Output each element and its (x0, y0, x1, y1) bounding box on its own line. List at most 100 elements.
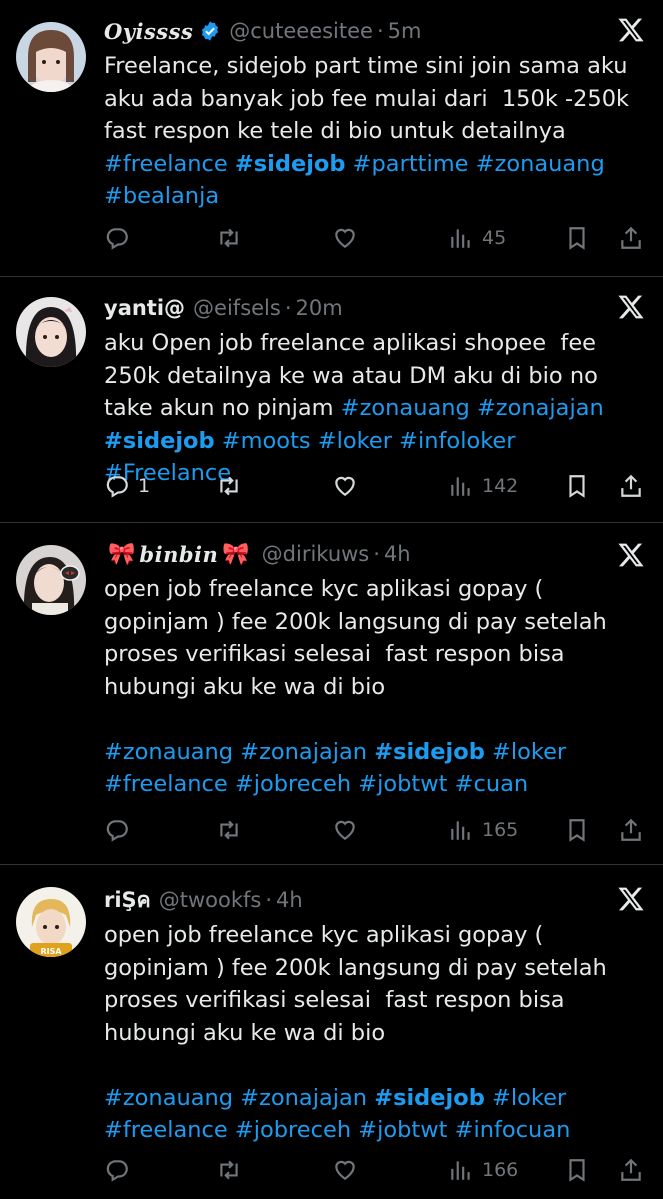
tweet-text: Freelance, sidejob part time sini join s… (104, 53, 637, 209)
hashtag[interactable]: #sidejob (104, 428, 215, 454)
verified-badge-icon (202, 21, 219, 41)
tweet[interactable]: 🎀 𝒃𝒊𝒏𝒃𝒊𝒏 🎀 @dirikuws · 4h open job freel… (0, 523, 663, 865)
timestamp[interactable]: 5m (388, 19, 422, 43)
display-name[interactable]: yanti@ (104, 296, 185, 320)
timestamp[interactable]: 4h (276, 888, 303, 912)
views-icon (451, 821, 470, 840)
bookmark-button[interactable] (564, 815, 590, 845)
reply-button[interactable] (104, 815, 138, 845)
hashtag[interactable]: #jobreceh (235, 1117, 351, 1143)
hashtag[interactable]: #zonajajan (477, 395, 604, 421)
tweet-actions: 165 (104, 815, 649, 845)
hashtag[interactable]: #loker (492, 739, 566, 765)
hashtag[interactable]: #infocuan (455, 1117, 571, 1143)
reply-button[interactable] (104, 223, 138, 253)
reply-icon (106, 820, 128, 842)
retweet-icon (220, 820, 238, 840)
retweet-button[interactable] (216, 1155, 242, 1185)
bookmark-button[interactable] (564, 1155, 590, 1185)
tweet-actions: 166 (104, 1155, 649, 1185)
views-icon (451, 229, 470, 248)
hashtag[interactable]: #zonauang (341, 395, 470, 421)
bookmark-button[interactable] (564, 223, 590, 253)
reply-icon (106, 476, 128, 498)
reply-button[interactable] (104, 1155, 138, 1185)
tweet-header: yanti@ @eifsels · 20m (104, 296, 343, 320)
tweet-actions: 1 142 (104, 471, 649, 501)
share-icon (621, 474, 641, 497)
retweet-button[interactable] (216, 815, 242, 845)
tweet[interactable]: yanti@ @eifsels · 20m aku Open job freel… (0, 277, 663, 523)
hashtag[interactable]: #freelance (104, 771, 228, 797)
hashtag[interactable]: #sidejob (374, 1085, 485, 1111)
ribbon-emoji: 🎀 (222, 541, 250, 567)
like-button[interactable] (332, 815, 358, 845)
bookmark-icon (569, 227, 585, 250)
heart-icon (335, 1160, 355, 1180)
hashtag[interactable]: #cuan (455, 771, 529, 797)
share-button[interactable] (618, 471, 644, 501)
bookmark-icon (569, 819, 585, 842)
like-button[interactable] (332, 223, 358, 253)
retweet-button[interactable] (216, 223, 242, 253)
display-name[interactable]: riŞค (104, 884, 151, 917)
hashtag[interactable]: #jobtwt (358, 771, 447, 797)
share-button[interactable] (618, 223, 644, 253)
display-name[interactable]: 𝑶𝒚𝒊𝒔𝒔𝒔𝒔 (104, 19, 193, 44)
avatar[interactable]: RISA (16, 887, 86, 957)
share-button[interactable] (618, 1155, 644, 1185)
tweet-header: 𝑶𝒚𝒊𝒔𝒔𝒔𝒔 @cuteeesitee · 5m (104, 18, 422, 44)
views-button[interactable]: 142 (448, 471, 518, 501)
like-button[interactable] (332, 1155, 358, 1185)
bookmark-button[interactable] (564, 471, 590, 501)
share-icon (621, 226, 641, 249)
hashtag[interactable]: #parttime (353, 151, 469, 177)
tweet-header: riŞค @twookfs · 4h (104, 885, 649, 915)
share-button[interactable] (618, 815, 644, 845)
hashtag[interactable]: #bealanja (104, 183, 219, 209)
tweet-text: open job freelance kyc aplikasi gopay ( … (104, 576, 614, 797)
avatar[interactable] (16, 545, 86, 615)
views-button[interactable]: 166 (448, 1155, 518, 1185)
hashtag[interactable]: #loker (318, 428, 392, 454)
hashtag[interactable]: #zonajajan (240, 1085, 367, 1111)
tweet[interactable]: 𝑶𝒚𝒊𝒔𝒔𝒔𝒔 @cuteeesitee · 5m Freelance, sid… (0, 0, 663, 277)
hashtag[interactable]: #zonauang (104, 1085, 233, 1111)
retweet-icon (220, 476, 238, 496)
user-handle[interactable]: @cuteeesitee (229, 19, 373, 43)
tweet-header: 🎀 𝒃𝒊𝒏𝒃𝒊𝒏 🎀 @dirikuws · 4h (108, 541, 411, 567)
hashtag[interactable]: #infoloker (399, 428, 515, 454)
hashtag[interactable]: #zonauang (476, 151, 605, 177)
hashtag[interactable]: #sidejob (235, 151, 346, 177)
tweet-actions: 45 (104, 223, 649, 253)
reply-button[interactable]: 1 (104, 471, 150, 501)
like-button[interactable] (332, 471, 358, 501)
avatar[interactable] (16, 297, 86, 367)
retweet-icon (220, 228, 238, 248)
hashtag[interactable]: #zonauang (104, 739, 233, 765)
user-handle[interactable]: @dirikuws (262, 542, 370, 566)
hashtag[interactable]: #sidejob (374, 739, 485, 765)
hashtag[interactable]: #zonajajan (240, 739, 367, 765)
reply-icon (106, 228, 128, 250)
tweet-text: aku Open job freelance aplikasi shopee f… (104, 330, 606, 486)
timestamp[interactable]: 4h (384, 542, 411, 566)
x-logo-icon (618, 543, 644, 567)
x-logo-icon (618, 887, 644, 911)
hashtag[interactable]: #jobreceh (235, 771, 351, 797)
retweet-button[interactable] (216, 471, 242, 501)
hashtag[interactable]: #freelance (104, 151, 228, 177)
user-handle[interactable]: @twookfs (159, 888, 262, 912)
hashtag[interactable]: #loker (492, 1085, 566, 1111)
hashtag[interactable]: #moots (222, 428, 311, 454)
display-name[interactable]: 𝒃𝒊𝒏𝒃𝒊𝒏 (139, 542, 218, 567)
tweet[interactable]: RISA riŞค @twookfs · 4h open job freelan… (0, 865, 663, 1199)
user-handle[interactable]: @eifsels (193, 296, 281, 320)
views-button[interactable]: 45 (448, 223, 506, 253)
ribbon-emoji: 🎀 (108, 541, 136, 567)
views-button[interactable]: 165 (448, 815, 518, 845)
avatar[interactable] (16, 22, 86, 92)
hashtag[interactable]: #jobtwt (358, 1117, 447, 1143)
timestamp[interactable]: 20m (296, 296, 343, 320)
hashtag[interactable]: #freelance (104, 1117, 228, 1143)
